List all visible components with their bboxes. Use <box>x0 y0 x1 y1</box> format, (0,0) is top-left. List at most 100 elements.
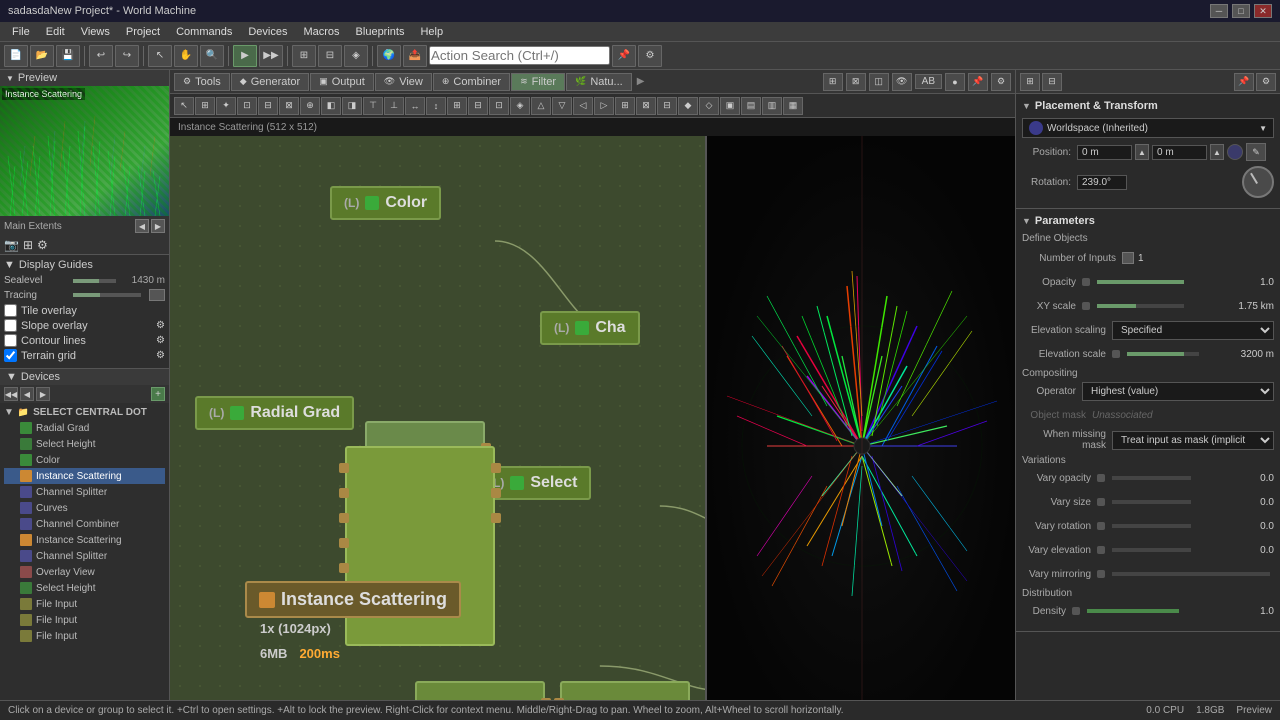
device-group-header[interactable]: ▼ 📁 SELECT CENTRAL DOT <box>4 405 165 420</box>
xy-scale-slider[interactable] <box>1097 304 1184 308</box>
menu-devices[interactable]: Devices <box>240 24 295 40</box>
right-tb-1[interactable]: ⊞ <box>1020 73 1040 91</box>
elev-scale-slider[interactable] <box>1127 352 1199 356</box>
devices-header[interactable]: ▼ Devices <box>0 369 169 385</box>
vary-elevation-slider[interactable] <box>1112 548 1191 552</box>
device-item-file-input-3[interactable]: File Input <box>4 628 165 644</box>
tab-view[interactable]: 👁 View <box>375 73 432 91</box>
worldspace-dropdown[interactable]: Worldspace (Inherited) ▼ <box>1022 118 1274 138</box>
preview-extent-selector[interactable]: Main Extents <box>4 221 133 232</box>
device-item-instance-scattering-1[interactable]: Instance Scattering <box>4 468 165 484</box>
preview-icon-camera[interactable]: 📷 <box>4 238 19 252</box>
opacity-slider[interactable] <box>1097 280 1184 284</box>
device-item-curves[interactable]: Curves <box>4 500 165 516</box>
open-button[interactable]: 📂 <box>30 45 54 67</box>
devices-prev-btn[interactable]: ◀◀ <box>4 387 18 401</box>
more-tabs-arrow[interactable]: ▶ <box>637 76 645 87</box>
preview-icon-settings[interactable]: ⚙ <box>37 238 48 252</box>
rotation-input[interactable] <box>1077 175 1127 190</box>
sub-btn-2[interactable]: ⊞ <box>195 97 215 115</box>
sub-btn-27[interactable]: ▣ <box>720 97 740 115</box>
right-tb-2[interactable]: ⊟ <box>1042 73 1062 91</box>
device-item-select-height-1[interactable]: Select Height <box>4 436 165 452</box>
sub-btn-16[interactable]: ⊡ <box>489 97 509 115</box>
vary-elevation-dot[interactable] <box>1097 546 1105 554</box>
slope-overlay-gear[interactable]: ⚙ <box>156 320 165 331</box>
restore-button[interactable]: □ <box>1232 4 1250 18</box>
preview-header[interactable]: ▼ Preview <box>0 70 169 86</box>
display-guides-header[interactable]: ▼ Display Guides <box>4 259 165 271</box>
position-y-input[interactable] <box>1152 145 1207 160</box>
ab-toggle[interactable]: AB <box>915 74 942 89</box>
vary-size-dot[interactable] <box>1097 498 1105 506</box>
devices-back-btn[interactable]: ◀ <box>20 387 34 401</box>
position-lock[interactable] <box>1227 144 1243 160</box>
menu-macros[interactable]: Macros <box>295 24 347 40</box>
elev-scale-dot[interactable] <box>1112 350 1120 358</box>
sub-btn-24[interactable]: ⊟ <box>657 97 677 115</box>
device-item-select-height-2[interactable]: Select Height <box>4 580 165 596</box>
minimize-button[interactable]: ─ <box>1210 4 1228 18</box>
sub-btn-26[interactable]: ◇ <box>699 97 719 115</box>
view-icon-btn-2[interactable]: ⊠ <box>846 73 866 91</box>
view-icon-btn-5[interactable]: ● <box>945 73 965 91</box>
terrain-grid-gear[interactable]: ⚙ <box>156 350 165 361</box>
menu-project[interactable]: Project <box>118 24 168 40</box>
tracing-color-picker[interactable] <box>149 289 165 301</box>
node-cha[interactable]: (L) Cha <box>540 311 640 345</box>
sub-btn-19[interactable]: ▽ <box>552 97 572 115</box>
redo-button[interactable]: ↪ <box>115 45 139 67</box>
num-inputs-minus[interactable] <box>1122 252 1134 264</box>
slope-overlay-checkbox[interactable] <box>4 319 17 332</box>
pin-button[interactable]: 📌 <box>612 45 636 67</box>
device-item-channel-splitter-1[interactable]: Channel Splitter <box>4 484 165 500</box>
device-item-channel-splitter-2[interactable]: Channel Splitter <box>4 548 165 564</box>
device-item-file-input-2[interactable]: File Input <box>4 612 165 628</box>
preview-next-btn[interactable]: ▶ <box>151 219 165 233</box>
tab-generator[interactable]: ◆ Generator <box>231 73 309 91</box>
missing-mask-select[interactable]: Treat input as mask (implicit <box>1112 431 1274 450</box>
bottom-node-right[interactable] <box>560 681 690 700</box>
pos-y-up[interactable]: ▲ <box>1210 144 1224 160</box>
sub-btn-12[interactable]: ↔ <box>405 97 425 115</box>
sub-btn-3[interactable]: ✦ <box>216 97 236 115</box>
tab-combiner[interactable]: ⊕ Combiner <box>433 73 510 91</box>
sub-btn-28[interactable]: ▤ <box>741 97 761 115</box>
devices-add-btn[interactable]: + <box>151 387 165 401</box>
select-button[interactable]: ↖ <box>148 45 172 67</box>
sub-btn-6[interactable]: ⊠ <box>279 97 299 115</box>
sub-btn-21[interactable]: ▷ <box>594 97 614 115</box>
view3d-button[interactable]: ◈ <box>344 45 368 67</box>
parameters-header[interactable]: ▼ Parameters <box>1022 215 1274 227</box>
right-tb-settings[interactable]: ⚙ <box>1256 73 1276 91</box>
undo-button[interactable]: ↩ <box>89 45 113 67</box>
export-button[interactable]: 📤 <box>403 45 427 67</box>
vary-mirroring-slider[interactable] <box>1112 572 1270 576</box>
vary-rotation-dot[interactable] <box>1097 522 1105 530</box>
placement-header[interactable]: ▼ Placement & Transform <box>1022 100 1274 112</box>
sub-btn-20[interactable]: ◁ <box>573 97 593 115</box>
position-x-input[interactable] <box>1077 145 1132 160</box>
contour-lines-gear[interactable]: ⚙ <box>156 335 165 346</box>
sub-btn-25[interactable]: ◆ <box>678 97 698 115</box>
sub-btn-29[interactable]: ▥ <box>762 97 782 115</box>
menu-views[interactable]: Views <box>73 24 118 40</box>
pin-canvas-btn[interactable]: 📌 <box>968 73 988 91</box>
vary-rotation-slider[interactable] <box>1112 524 1191 528</box>
sub-btn-11[interactable]: ⊥ <box>384 97 404 115</box>
sub-btn-5[interactable]: ⊟ <box>258 97 278 115</box>
device-item-file-input-1[interactable]: File Input <box>4 596 165 612</box>
node-color[interactable]: (L) Color <box>330 186 441 220</box>
device-item-channel-combiner[interactable]: Channel Combiner <box>4 516 165 532</box>
rotation-dial[interactable] <box>1242 166 1274 198</box>
vary-mirroring-dot[interactable] <box>1097 570 1105 578</box>
zoom-button[interactable]: 🔍 <box>200 45 224 67</box>
grid-button[interactable]: ⊟ <box>318 45 342 67</box>
preview-icon-layers[interactable]: ⊞ <box>23 238 33 252</box>
sealevel-slider[interactable] <box>73 279 116 283</box>
menu-commands[interactable]: Commands <box>168 24 240 40</box>
save-button[interactable]: 💾 <box>56 45 80 67</box>
vary-opacity-slider[interactable] <box>1112 476 1191 480</box>
operator-select[interactable]: Highest (value) <box>1082 382 1274 401</box>
sub-btn-14[interactable]: ⊞ <box>447 97 467 115</box>
